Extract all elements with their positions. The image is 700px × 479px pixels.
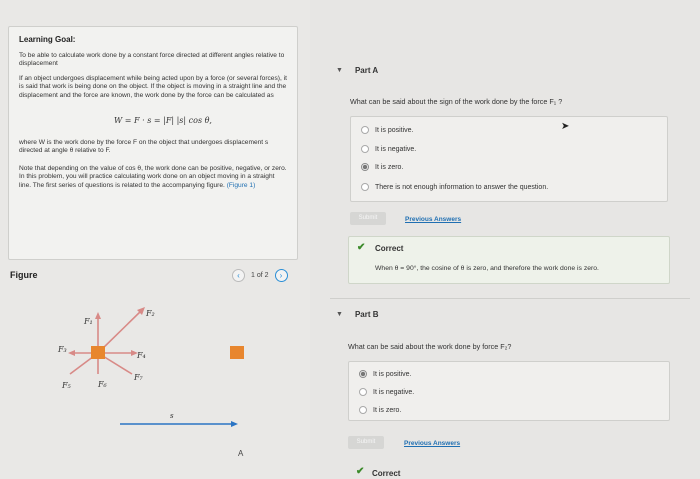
figure-link[interactable]: (Figure 1) (227, 182, 256, 189)
part-b-options: It is positive. It is negative. It is ze… (348, 361, 670, 421)
learning-goal-box: Learning Goal: To be able to calculate w… (8, 26, 298, 260)
label-f7: F₇ (133, 373, 144, 382)
part-b-submit-button[interactable]: Submit (348, 436, 384, 449)
radio-button[interactable] (359, 406, 367, 414)
figure-page-count: 1 of 2 (251, 272, 269, 279)
option-label: There is not enough information to answe… (375, 183, 549, 191)
radio-button[interactable] (361, 145, 369, 153)
divider (330, 298, 690, 299)
part-a-submit-button[interactable]: Submit (350, 212, 386, 225)
right-panel: ▼ Part A What can be said about the sign… (310, 0, 700, 479)
figure-pager: ‹ 1 of 2 › (232, 269, 288, 282)
work-formula: W = F · s = |F| |s| cos θ, (114, 116, 212, 126)
part-b-result: Correct (372, 469, 401, 478)
force-diagram: F₁ F₂ F₃ F₄ F₅ F₆ F₇ s A (57, 307, 244, 458)
check-icon: ✔ (357, 242, 366, 253)
caret-down-icon: ▼ (336, 67, 343, 74)
label-f6: F₆ (97, 380, 108, 389)
chevron-left-icon[interactable]: ‹ (232, 269, 245, 282)
label-f5: F₅ (61, 381, 72, 390)
goal-para1: If an object undergoes displacement whil… (19, 74, 287, 99)
figure-area: F₁ F₂ F₃ F₄ F₅ F₆ F₇ s A (0, 290, 310, 479)
label-f2: F₂ (145, 309, 155, 318)
goal-para2: where W is the work done by the force F … (19, 139, 269, 155)
block-square (91, 346, 105, 359)
figure-bar: Figure ‹ 1 of 2 › (0, 262, 310, 290)
part-a-option-1[interactable]: It is negative. (361, 145, 416, 153)
part-a-options: It is positive. It is negative. It is ze… (350, 116, 668, 202)
label-s: s (170, 412, 174, 420)
option-label: It is positive. (373, 370, 412, 378)
part-b-previous-answers-link[interactable]: Previous Answers (404, 440, 460, 447)
part-b-question: What can be said about the work done by … (348, 342, 512, 351)
goal-para3: Note that depending on the value of cos … (19, 164, 287, 172)
figure-title: Figure (10, 270, 38, 280)
part-b-option-1[interactable]: It is negative. (359, 388, 414, 396)
label-f1: F₁ (83, 317, 93, 326)
part-a-title: Part A (354, 66, 379, 75)
left-panel: Learning Goal: To be able to calculate w… (0, 0, 310, 479)
option-label: It is zero. (375, 163, 404, 171)
label-a: A (238, 449, 244, 458)
radio-button[interactable] (361, 126, 369, 134)
part-a-feedback: ✔ Correct When θ = 90°, the cosine of θ … (348, 236, 670, 284)
cursor-icon: ➤ (561, 121, 570, 132)
part-b-option-0[interactable]: It is positive. (359, 370, 412, 378)
label-f3: F₃ (57, 345, 67, 354)
part-a-question: What can be said about the sign of the w… (350, 97, 563, 106)
part-a-option-2[interactable]: It is zero. (361, 163, 403, 171)
radio-button[interactable] (359, 388, 367, 396)
check-icon: ✔ (356, 466, 365, 477)
caret-down-icon: ▼ (336, 311, 343, 318)
displaced-block (230, 346, 244, 359)
radio-button-selected[interactable] (359, 370, 367, 378)
chevron-right-icon[interactable]: › (274, 269, 288, 282)
learning-goal-title: Learning Goal: (19, 35, 76, 44)
option-label: It is negative. (375, 145, 417, 153)
option-label: It is positive. (375, 126, 414, 134)
part-a-result: Correct (375, 244, 404, 253)
option-label: It is zero. (373, 406, 402, 414)
part-b-title: Part B (354, 310, 379, 319)
part-b-header[interactable]: ▼ Part B (336, 310, 379, 319)
part-a-feedback-text: When θ = 90°, the cosine of θ is zero, a… (375, 265, 599, 272)
part-b-option-2[interactable]: It is zero. (359, 406, 401, 414)
part-a-previous-answers-link[interactable]: Previous Answers (405, 216, 461, 223)
radio-button[interactable] (361, 183, 369, 191)
part-a-option-0[interactable]: It is positive. (361, 126, 414, 134)
option-label: It is negative. (373, 388, 415, 396)
goal-intro: To be able to calculate work done by a c… (19, 52, 285, 68)
part-a-option-3[interactable]: There is not enough information to answe… (361, 183, 548, 191)
label-f4: F₄ (136, 351, 146, 360)
radio-button-selected[interactable] (361, 163, 369, 171)
goal-para4: In this problem, you will practice calcu… (19, 173, 287, 190)
part-a-header[interactable]: ▼ Part A (336, 66, 378, 75)
